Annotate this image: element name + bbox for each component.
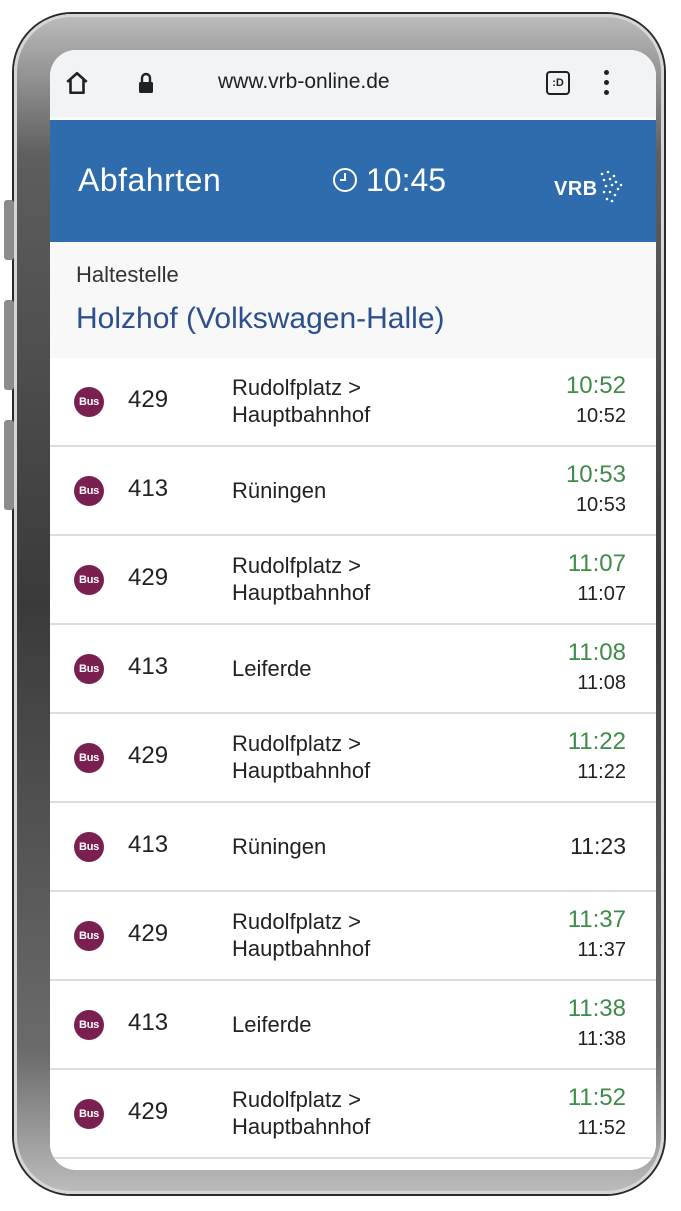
current-time: 10:45: [366, 162, 447, 198]
scheduled-departure: 11:22: [577, 761, 626, 783]
scheduled-departure: 11:08: [577, 672, 626, 694]
departure-row[interactable]: Bus 429 Rudolfplatz > Hauptbahnhof 11:52 …: [50, 1070, 656, 1159]
realtime-departure: 11:07: [567, 550, 626, 577]
destination: Leiferde: [232, 656, 312, 681]
line-number: 429: [128, 564, 169, 591]
home-icon[interactable]: [64, 70, 90, 96]
destination: Rüningen: [232, 478, 327, 503]
departure-row[interactable]: Bus 413 Rüningen 10:53 10:53: [50, 447, 656, 536]
phone-side-button: [4, 420, 14, 510]
realtime-departure: 10:52: [565, 372, 626, 399]
line-number: 429: [128, 386, 169, 413]
phone-side-button: [4, 300, 14, 390]
departure-row[interactable]: Bus 429 Rudolfplatz > Hauptbahnhof 11:07 …: [50, 536, 656, 625]
departures-list: Bus 429 Rudolfplatz > Hauptbahnhof 10:52 …: [50, 358, 656, 1159]
line-number: 413: [128, 475, 169, 502]
page-title: Abfahrten: [78, 162, 222, 198]
destination: Rudolfplatz > Hauptbahnhof: [232, 375, 371, 427]
line-number: 429: [128, 742, 169, 769]
vrb-logo-text: VRB: [554, 178, 598, 200]
bus-icon: Bus: [74, 565, 104, 595]
clock-icon: [333, 168, 357, 192]
scheduled-departure: 11:37: [577, 939, 626, 961]
address-bar-url[interactable]: www.vrb-online.de: [218, 70, 390, 94]
departure-row[interactable]: Bus 413 Leiferde 11:08 11:08: [50, 625, 656, 714]
destination: Rudolfplatz > Hauptbahnhof: [232, 909, 371, 961]
bus-icon: Bus: [74, 1010, 104, 1040]
realtime-departure: 10:53: [565, 461, 626, 488]
departure-row[interactable]: Bus 429 Rudolfplatz > Hauptbahnhof 10:52 …: [50, 358, 656, 447]
destination: Leiferde: [232, 1012, 312, 1037]
line-number: 413: [128, 831, 169, 858]
scheduled-departure: 11:38: [577, 1028, 626, 1050]
realtime-departure: 11:37: [567, 906, 626, 933]
destination: Rudolfplatz > Hauptbahnhof: [232, 1087, 371, 1139]
destination: Rüningen: [232, 834, 327, 859]
line-number: 429: [128, 1098, 169, 1125]
app-header: Abfahrten 10:45 VRB: [50, 120, 656, 242]
scheduled-departure: 10:52: [575, 405, 626, 427]
realtime-departure: 11:08: [567, 639, 626, 666]
realtime-departure: 11:22: [567, 728, 626, 755]
stop-name[interactable]: Holzhof (Volkswagen-Halle): [76, 302, 445, 336]
departure-row[interactable]: Bus 413 Leiferde 11:38 11:38: [50, 981, 656, 1070]
bus-icon: Bus: [74, 743, 104, 773]
realtime-departure: 11:52: [567, 1084, 626, 1111]
realtime-departure: 11:38: [567, 995, 626, 1022]
scheduled-departure: 11:23: [570, 833, 626, 859]
bus-icon: Bus: [74, 476, 104, 506]
destination: Rudolfplatz > Hauptbahnhof: [232, 553, 371, 605]
bus-icon: Bus: [74, 832, 104, 862]
bus-icon: Bus: [74, 1099, 104, 1129]
bus-icon: Bus: [74, 654, 104, 684]
scheduled-departure: 11:52: [577, 1117, 626, 1139]
line-number: 413: [128, 653, 169, 680]
browser-toolbar: www.vrb-online.de :D: [50, 50, 656, 118]
departure-row[interactable]: Bus 429 Rudolfplatz > Hauptbahnhof 11:37 …: [50, 892, 656, 981]
line-number: 429: [128, 920, 169, 947]
vrb-logo[interactable]: VRB: [554, 170, 624, 204]
tab-switcher-button[interactable]: :D: [546, 71, 570, 95]
scheduled-departure: 11:07: [577, 583, 626, 605]
stop-label: Haltestelle: [76, 262, 179, 287]
phone-side-button: [4, 200, 14, 260]
bus-icon: Bus: [74, 387, 104, 417]
lock-icon[interactable]: [138, 72, 154, 94]
bus-icon: Bus: [74, 921, 104, 951]
departure-row[interactable]: Bus 413 Rüningen 11:23: [50, 803, 656, 892]
stop-info: Haltestelle Holzhof (Volkswagen-Halle): [50, 242, 656, 360]
destination: Rudolfplatz > Hauptbahnhof: [232, 731, 371, 783]
phone-screen: www.vrb-online.de :D Abfahrten 10:45 VRB: [50, 50, 656, 1170]
departure-row[interactable]: Bus 429 Rudolfplatz > Hauptbahnhof 11:22 …: [50, 714, 656, 803]
scheduled-departure: 10:53: [575, 494, 626, 516]
more-vert-icon[interactable]: [602, 68, 610, 98]
line-number: 413: [128, 1009, 169, 1036]
logo-dots-icon: [600, 170, 623, 203]
